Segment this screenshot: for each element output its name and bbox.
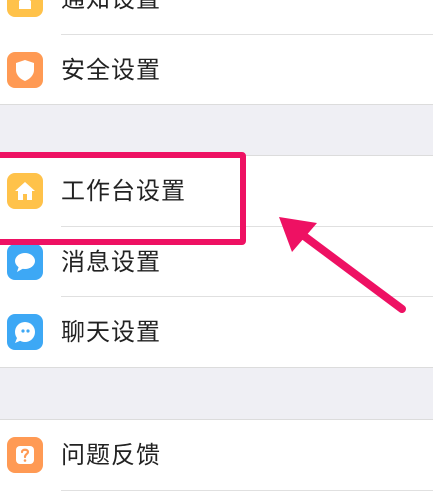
row-divider bbox=[61, 490, 433, 491]
shield-icon bbox=[7, 52, 43, 88]
bell-icon bbox=[7, 0, 43, 17]
group-divider bbox=[0, 367, 433, 368]
question-icon bbox=[7, 437, 43, 473]
chat-face-icon bbox=[7, 314, 43, 350]
group-divider bbox=[0, 104, 433, 105]
chat-bubble-icon bbox=[7, 244, 43, 280]
notification-settings-label: 通知设置 bbox=[61, 0, 161, 34]
feedback-label: 问题反馈 bbox=[61, 441, 161, 469]
security-settings-label: 安全设置 bbox=[61, 56, 161, 84]
highlight-box bbox=[0, 152, 246, 245]
notification-settings-row[interactable]: 通知设置 bbox=[0, 0, 433, 34]
security-settings-row[interactable]: 安全设置 bbox=[0, 35, 433, 105]
chat-settings-label: 聊天设置 bbox=[61, 318, 161, 346]
feedback-row[interactable]: 问题反馈 bbox=[0, 420, 433, 490]
chat-settings-row[interactable]: 聊天设置 bbox=[0, 297, 433, 367]
